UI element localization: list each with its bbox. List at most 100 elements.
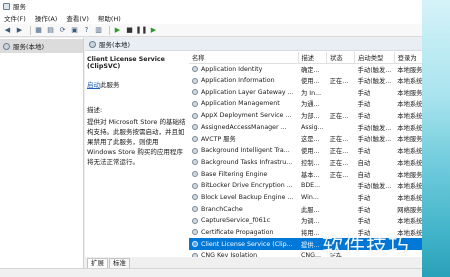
service-name-cell: Application Information (201, 77, 275, 85)
table-row[interactable]: Background Tasks Infrastru... 控制... 正在... 自… (189, 157, 434, 169)
service-name-cell: Background Tasks Infrastru... (201, 158, 293, 166)
menu-action[interactable]: 操作(A) (35, 13, 58, 23)
gear-icon (192, 229, 198, 236)
service-description-cell: Win... (301, 193, 319, 201)
window-title: 服务 (13, 3, 26, 11)
tree-node-label: 服务(本地) (13, 43, 45, 51)
service-name-cell: CaptureService_f061c (201, 217, 271, 225)
stop-service-icon[interactable]: ■ (125, 26, 134, 35)
description-text: 提供对 Microsoft Store 的基础结构支持。此服务按需启动，并且如果… (87, 118, 186, 166)
gear-icon (192, 135, 198, 142)
gear-icon (192, 100, 198, 107)
table-row[interactable]: CaptureService_f061c 为调... 手动 本地系统 (189, 215, 434, 227)
table-row[interactable]: Background Intelligent Tra... 使用... 正在... 手… (189, 145, 434, 157)
pause-service-icon[interactable]: ❚❚ (136, 26, 148, 35)
forward-icon[interactable]: ▶ (15, 26, 24, 35)
view-icon[interactable]: ▥ (94, 26, 103, 35)
service-description-panel: Client License Service (ClipSVC) 启动此服务 描… (85, 52, 187, 262)
gear-icon (89, 40, 96, 48)
service-name-cell: Application Management (201, 100, 280, 108)
service-status-cell (327, 98, 355, 110)
start-line-suffix: 此服务 (100, 81, 120, 89)
service-description-cell: 使用... (301, 78, 320, 86)
service-status-cell: 正在... (329, 136, 349, 144)
service-startup-cell: 自动 (357, 171, 371, 179)
menu-file[interactable]: 文件(F) (4, 13, 26, 23)
service-status-cell (327, 192, 355, 204)
table-row[interactable]: Application Information 使用... 正在... 手动(触发..… (189, 75, 434, 87)
service-startup-cell: 手动 (357, 218, 371, 226)
table-row[interactable]: Block Level Backup Engine ... Win... 手动 本地系… (189, 192, 434, 204)
service-name-cell: Background Intelligent Tra... (201, 147, 290, 155)
gear-icon (192, 194, 198, 201)
service-name-cell: Base Filtering Engine (201, 170, 268, 178)
tab-extended[interactable]: 扩展 (87, 258, 108, 268)
column-status[interactable]: 状态 (326, 52, 356, 64)
export-icon[interactable]: ▣ (70, 26, 79, 35)
table-row[interactable]: AppX Deployment Service ... 为部... 正在... 手动本… (189, 110, 434, 122)
service-name-cell: Application Layer Gateway ... (201, 88, 294, 96)
table-row[interactable]: AVCTP 服务 这是... 正在... 手动(触发... 本地服务 (189, 133, 434, 145)
menu-view[interactable]: 查看(V) (66, 13, 89, 23)
service-description-cell: 此服... (301, 206, 320, 214)
start-line: 启动此服务 (87, 79, 185, 89)
description-label: 描述: (87, 106, 103, 114)
properties-icon[interactable]: ▤ (46, 26, 55, 35)
service-status-cell: 正在... (329, 171, 349, 179)
toolbar-divider (30, 25, 31, 35)
service-name-cell: Certificate Propagation (201, 228, 274, 236)
service-name-cell: Client License Service (Clip... (201, 240, 293, 248)
service-startup-cell: 手动 (357, 148, 371, 156)
restart-service-icon[interactable]: ▶ (149, 26, 158, 35)
table-row[interactable]: Application Identity 确定... 手动(触发... 本地服务 (189, 63, 434, 75)
gear-icon (192, 217, 198, 224)
back-icon[interactable]: ◀ (3, 26, 12, 35)
column-startup-type[interactable]: 启动类型 (354, 52, 395, 64)
service-startup-cell: 手动 (357, 89, 371, 97)
start-service-link[interactable]: 启动 (87, 81, 100, 89)
column-description[interactable]: 描述 (298, 52, 328, 64)
service-description-cell: BDE... (301, 182, 321, 190)
menu-bar: 文件(F) 操作(A) 查看(V) 帮助(H) (0, 12, 450, 24)
service-description-cell: 控制... (301, 159, 320, 167)
table-row[interactable]: Application Management 为通... 手动 本地系统 (189, 98, 434, 110)
table-row[interactable]: Application Layer Gateway ... 为 In... 手动 本地… (189, 86, 434, 98)
menu-help[interactable]: 帮助(H) (98, 13, 121, 23)
service-status-cell: 正在... (329, 159, 349, 167)
service-description-cell: 基本... (301, 171, 320, 179)
gear-icon (192, 171, 198, 178)
tab-standard[interactable]: 标准 (109, 258, 130, 268)
watermark-text: 软件技巧 (322, 234, 410, 258)
service-startup-cell: 手动 (357, 194, 371, 202)
service-name-cell: BitLocker Drive Encryption ... (201, 182, 293, 190)
service-name-cell: AVCTP 服务 (201, 136, 236, 144)
table-row[interactable]: Base Filtering Engine 基本... 正在... 自动 本地服务 (189, 168, 434, 180)
table-row[interactable]: AssignedAccessManager ... Assig... 手动(触发..… (189, 121, 434, 133)
gear-icon (3, 42, 10, 50)
start-service-icon[interactable]: ▶ (113, 26, 122, 35)
service-name-cell: AssignedAccessManager ... (201, 123, 287, 131)
gear-icon (192, 112, 198, 119)
gear-icon (192, 89, 198, 96)
console-tree-icon[interactable]: ▦ (34, 26, 43, 35)
service-status-cell (327, 121, 355, 133)
help-icon[interactable]: ? (82, 26, 91, 35)
service-startup-cell: 手动(触发... (357, 136, 392, 144)
service-status-cell (327, 86, 355, 98)
tree-node-services-local[interactable]: 服务(本地) (0, 39, 83, 53)
service-description-cell: 确定... (301, 66, 320, 74)
service-description-cell: 为 In... (301, 89, 322, 97)
column-name[interactable]: 名称 (189, 52, 299, 64)
service-name-cell: Block Level Backup Engine ... (201, 193, 294, 201)
table-row[interactable]: BitLocker Drive Encryption ... BDE... 手动(触… (189, 180, 434, 192)
table-row[interactable]: BranchCache 此服... 手动 网络服务 (189, 203, 434, 215)
gear-icon (192, 241, 198, 248)
service-description-cell: Assig... (301, 123, 324, 131)
pane-header: 服务(本地) (85, 38, 450, 51)
service-status-cell (327, 180, 355, 192)
service-startup-cell: 手动(触发... (357, 78, 392, 86)
refresh-icon[interactable]: ⟳ (58, 26, 67, 35)
service-startup-cell: 自动 (357, 159, 371, 167)
gear-icon (192, 147, 198, 154)
service-status-cell (327, 63, 355, 75)
